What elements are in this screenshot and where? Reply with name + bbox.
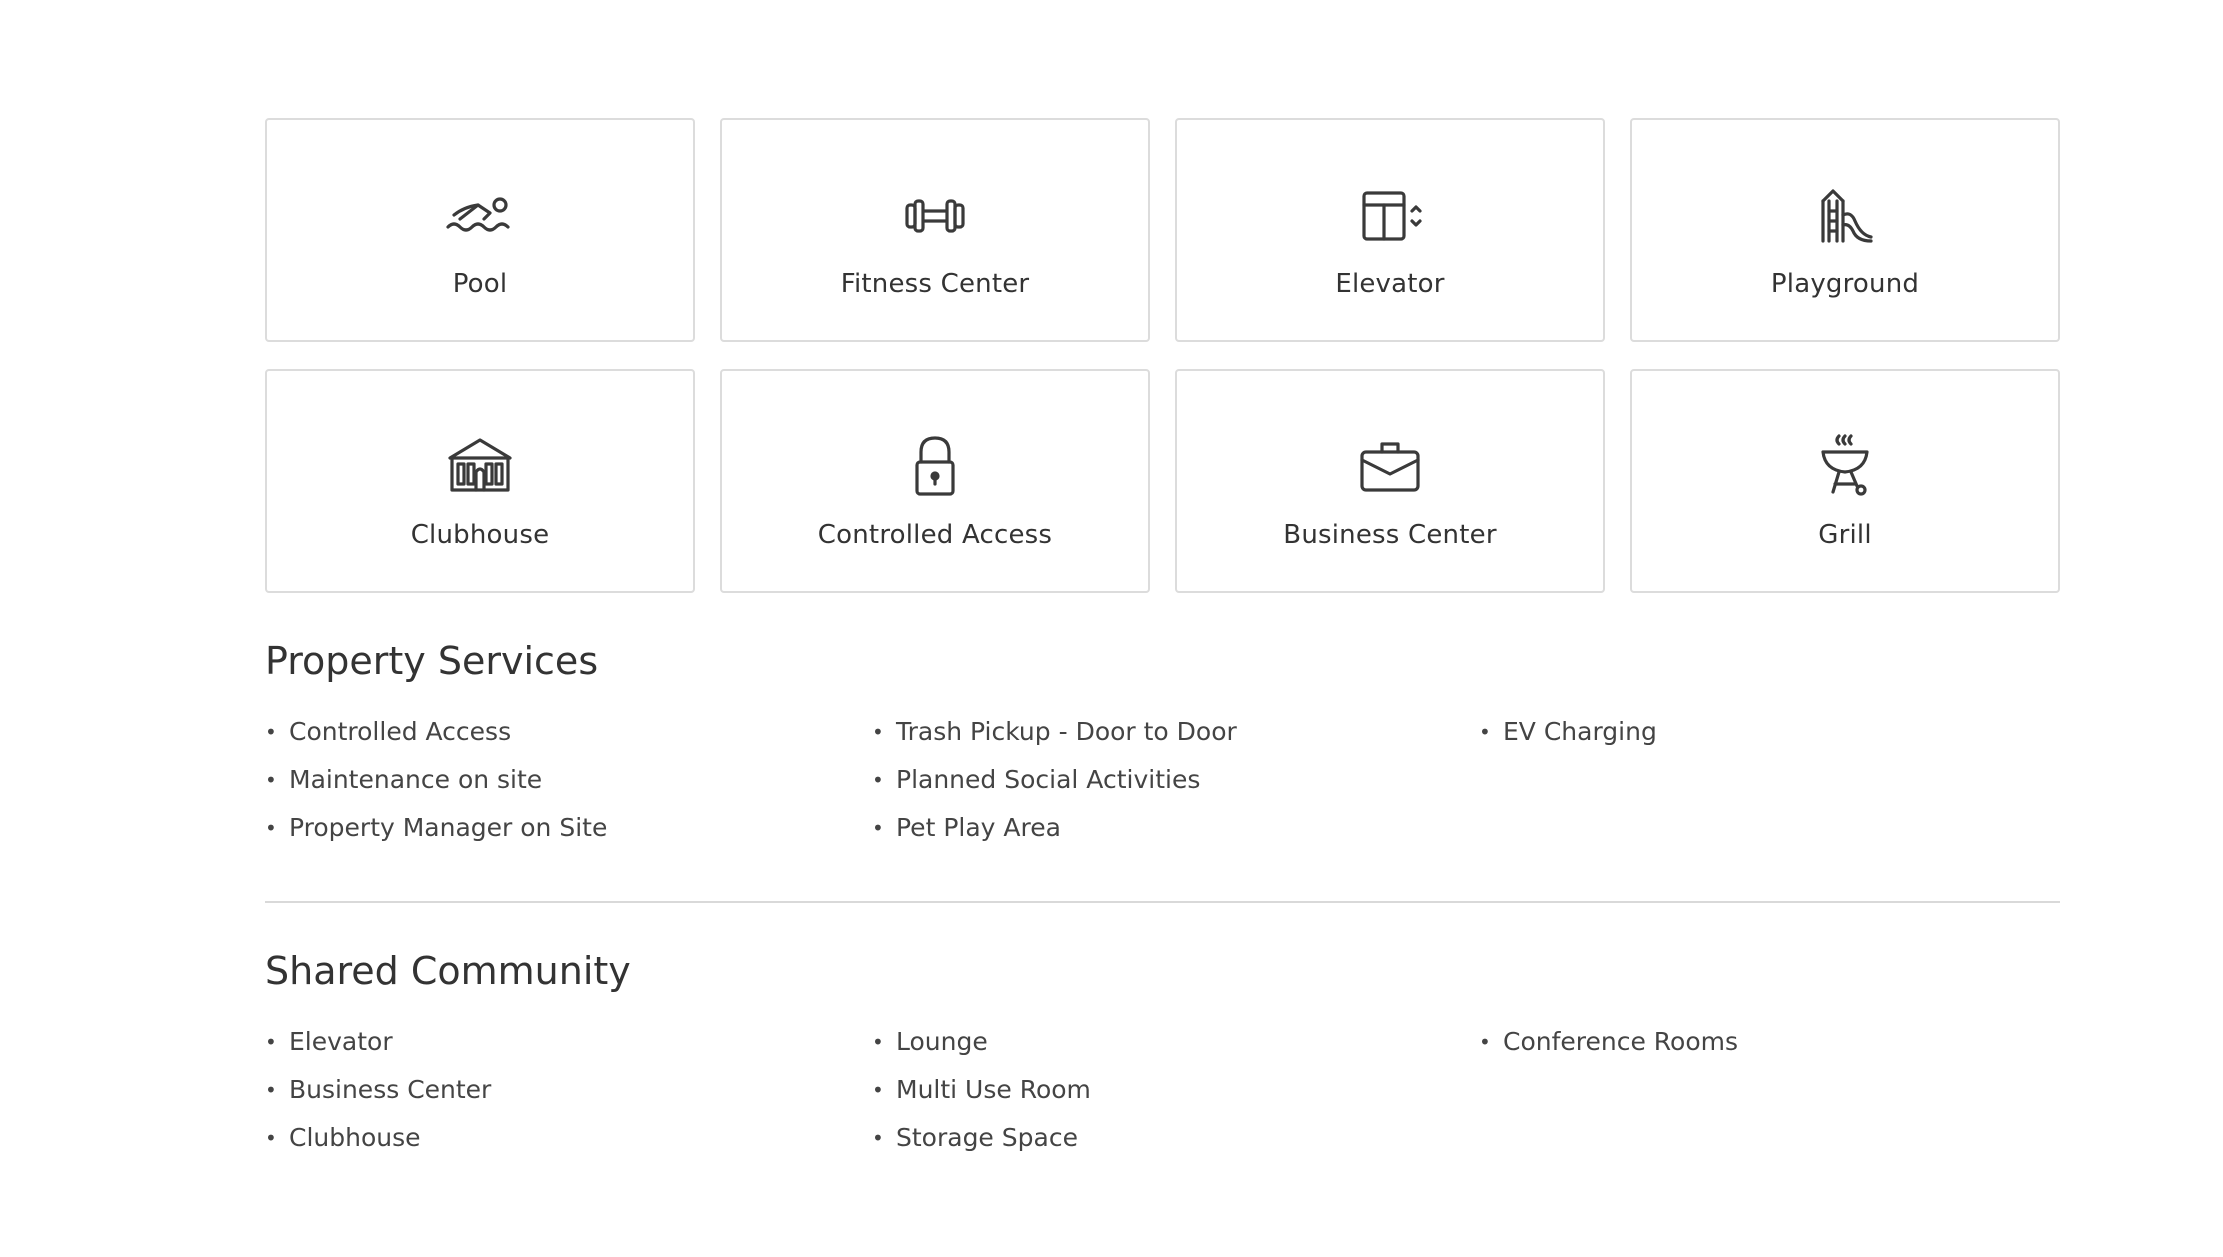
bullet: • <box>265 768 277 792</box>
bullet: • <box>872 816 884 840</box>
bullet: • <box>265 816 277 840</box>
amenity-label: Clubhouse <box>410 520 550 550</box>
list-item: • Elevator <box>265 1027 872 1075</box>
list-column: • EV Charging <box>1479 717 2060 861</box>
amenity-label: Fitness Center <box>840 269 1030 299</box>
elevator-icon <box>1350 175 1430 255</box>
list-item-text: Lounge <box>896 1027 988 1056</box>
list-item-text: Clubhouse <box>289 1123 421 1152</box>
list-item-text: Maintenance on site <box>289 765 543 794</box>
section-title-shared-community: Shared Community <box>265 949 631 993</box>
bullet: • <box>1479 1030 1491 1054</box>
amenity-tile-controlled-access[interactable]: Controlled Access <box>720 369 1150 593</box>
amenity-label: Playground <box>1770 269 1920 299</box>
list-item: • Controlled Access <box>265 717 872 765</box>
section-title-property-services: Property Services <box>265 639 599 683</box>
swimmer-icon <box>440 175 520 255</box>
shared-community-list: • Elevator • Business Center • Clubhouse • L… <box>265 1027 2060 1171</box>
list-item-text: Trash Pickup - Door to Door <box>896 717 1237 746</box>
amenity-label: Controlled Access <box>817 520 1053 550</box>
list-item: • Business Center <box>265 1075 872 1123</box>
list-item: • Pet Play Area <box>872 813 1479 861</box>
clubhouse-building-icon <box>440 426 520 506</box>
section-divider <box>265 901 2060 903</box>
bullet: • <box>265 1030 277 1054</box>
list-item-text: Planned Social Activities <box>896 765 1201 794</box>
list-item-text: Property Manager on Site <box>289 813 608 842</box>
property-services-list: • Controlled Access • Maintenance on site … <box>265 717 2060 861</box>
list-item: • EV Charging <box>1479 717 2060 765</box>
list-item: • Trash Pickup - Door to Door <box>872 717 1479 765</box>
list-item: • Maintenance on site <box>265 765 872 813</box>
list-item: • Property Manager on Site <box>265 813 872 861</box>
list-column: • Lounge • Multi Use Room • Storage Space <box>872 1027 1479 1171</box>
list-item: • Conference Rooms <box>1479 1027 2060 1075</box>
bbq-grill-icon <box>1805 426 1885 506</box>
bullet: • <box>872 1030 884 1054</box>
amenity-tile-playground[interactable]: Playground <box>1630 118 2060 342</box>
list-item-text: Controlled Access <box>289 717 512 746</box>
amenity-tile-pool[interactable]: Pool <box>265 118 695 342</box>
list-item-text: Multi Use Room <box>896 1075 1091 1104</box>
list-item-text: Conference Rooms <box>1503 1027 1739 1056</box>
amenity-tile-grill[interactable]: Grill <box>1630 369 2060 593</box>
amenity-tile-clubhouse[interactable]: Clubhouse <box>265 369 695 593</box>
bullet: • <box>872 720 884 744</box>
amenity-tile-business-center[interactable]: Business Center <box>1175 369 1605 593</box>
list-column: • Trash Pickup - Door to Door • Planned So… <box>872 717 1479 861</box>
list-column: • Conference Rooms <box>1479 1027 2060 1171</box>
list-item-text: EV Charging <box>1503 717 1657 746</box>
list-item-text: Business Center <box>289 1075 492 1104</box>
amenity-label: Business Center <box>1283 520 1497 550</box>
bullet: • <box>872 1078 884 1102</box>
dumbbell-icon <box>895 175 975 255</box>
amenity-label: Pool <box>452 269 508 299</box>
amenity-grid: Pool Fitness Center Elevator Playground … <box>265 118 2060 593</box>
amenity-label: Elevator <box>1335 269 1445 299</box>
list-item: • Clubhouse <box>265 1123 872 1171</box>
amenities-section: Pool Fitness Center Elevator Playground … <box>265 118 2060 1171</box>
bullet: • <box>265 720 277 744</box>
bullet: • <box>872 768 884 792</box>
amenity-label: Grill <box>1818 520 1872 550</box>
amenity-tile-elevator[interactable]: Elevator <box>1175 118 1605 342</box>
padlock-icon <box>895 426 975 506</box>
list-item-text: Elevator <box>289 1027 393 1056</box>
list-column: • Elevator • Business Center • Clubhouse <box>265 1027 872 1171</box>
amenity-tile-fitness-center[interactable]: Fitness Center <box>720 118 1150 342</box>
list-item: • Lounge <box>872 1027 1479 1075</box>
bullet: • <box>265 1078 277 1102</box>
list-item-text: Pet Play Area <box>896 813 1061 842</box>
briefcase-icon <box>1350 426 1430 506</box>
bullet: • <box>872 1126 884 1150</box>
playground-slide-icon <box>1805 175 1885 255</box>
list-item: • Planned Social Activities <box>872 765 1479 813</box>
bullet: • <box>1479 720 1491 744</box>
list-item: • Multi Use Room <box>872 1075 1479 1123</box>
bullet: • <box>265 1126 277 1150</box>
list-column: • Controlled Access • Maintenance on site … <box>265 717 872 861</box>
list-item: • Storage Space <box>872 1123 1479 1171</box>
list-item-text: Storage Space <box>896 1123 1078 1152</box>
